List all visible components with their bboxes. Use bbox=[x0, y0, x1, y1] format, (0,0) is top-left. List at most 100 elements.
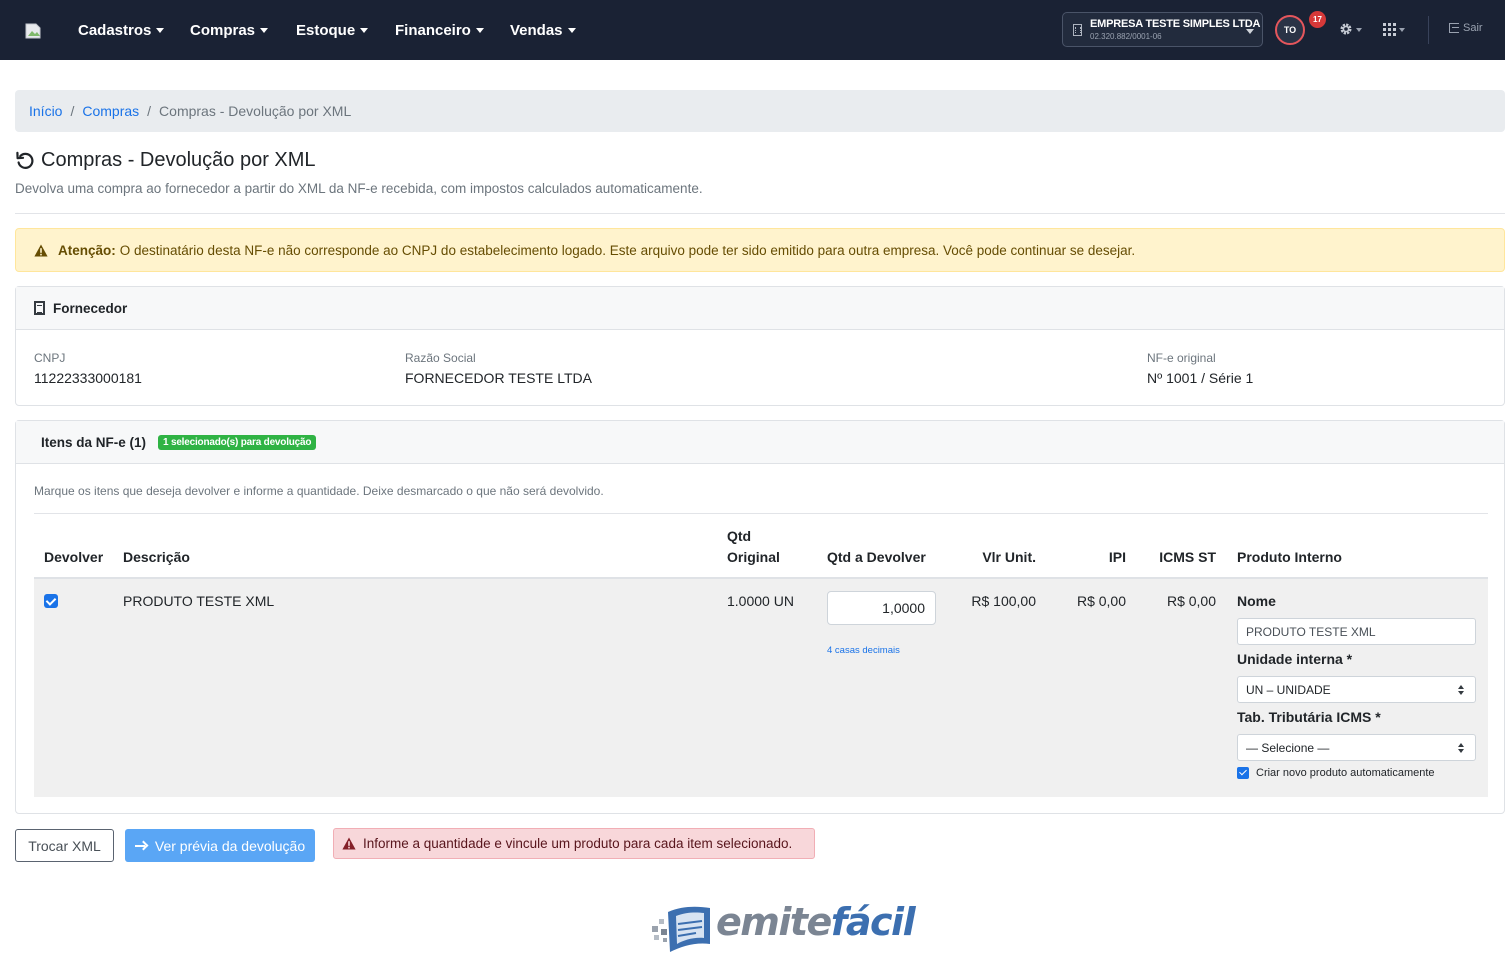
col-header-qtd-devolver: Qtd a Devolver bbox=[827, 549, 926, 565]
apps-grid-icon[interactable] bbox=[1383, 23, 1396, 36]
nav-menu-label: Estoque bbox=[296, 21, 356, 39]
breadcrumb-current: Compras - Devolução por XML bbox=[159, 103, 352, 119]
company-name: EMPRESA TESTE SIMPLES LTDA bbox=[1090, 18, 1261, 30]
produto-nome-label: Nome bbox=[1237, 593, 1276, 609]
logo-wordmark: emitefácil bbox=[716, 900, 916, 944]
produto-nome-input[interactable] bbox=[1237, 618, 1476, 645]
nfe-original-label: NF-e original bbox=[1147, 351, 1216, 365]
page-subtitle: Devolva uma compra ao fornecedor a parti… bbox=[15, 181, 703, 196]
nav-menu-financeiro[interactable]: Financeiro bbox=[395, 20, 484, 40]
logo-wordmark-part1: emite bbox=[716, 900, 832, 944]
item-qtd-original: 1.0000 UN bbox=[727, 593, 794, 609]
itens-hint: Marque os itens que deseja devolver e in… bbox=[34, 484, 604, 498]
divider bbox=[34, 513, 1488, 514]
logout-label: Sair bbox=[1463, 22, 1483, 34]
caret-down-icon bbox=[1399, 28, 1405, 32]
selected-count-badge: 1 selecionado(s) para devolução bbox=[158, 434, 317, 450]
select-arrows-icon bbox=[1458, 685, 1465, 696]
fornecedor-title: Fornecedor bbox=[53, 300, 128, 316]
col-header-qtd-original-line2: Original bbox=[727, 549, 780, 565]
fornecedor-card-header: Fornecedor bbox=[16, 287, 1504, 330]
breadcrumb: Início / Compras / Compras - Devolução p… bbox=[15, 90, 1505, 132]
nav-menu-cadastros[interactable]: Cadastros bbox=[78, 20, 165, 40]
page-title: Compras - Devolução por XML bbox=[15, 148, 316, 172]
logo-document-icon bbox=[652, 906, 710, 952]
unidade-interna-label: Unidade interna * bbox=[1237, 651, 1353, 667]
company-selector[interactable]: EMPRESA TESTE SIMPLES LTDA 02.320.882/00… bbox=[1062, 12, 1263, 47]
caret-down-icon bbox=[475, 27, 484, 33]
ver-previa-button[interactable]: Ver prévia da devolução bbox=[125, 829, 315, 862]
nav-menu-label: Financeiro bbox=[395, 21, 471, 39]
nav-menu-label: Vendas bbox=[510, 21, 563, 39]
auto-create-checkbox[interactable] bbox=[1237, 767, 1249, 779]
page-title-text: Compras - Devolução por XML bbox=[41, 148, 316, 171]
caret-down-icon bbox=[360, 27, 369, 33]
item-icms-st: R$ 0,00 bbox=[1166, 593, 1216, 609]
decimals-hint: 4 casas decimais bbox=[827, 645, 900, 656]
col-header-produto-interno: Produto Interno bbox=[1237, 549, 1342, 565]
building-icon bbox=[34, 301, 45, 315]
nav-menu-label: Cadastros bbox=[78, 21, 152, 39]
col-header-ipi: IPI bbox=[1108, 549, 1126, 565]
notification-badge[interactable]: 17 bbox=[1309, 11, 1326, 28]
col-header-devolver: Devolver bbox=[44, 549, 104, 565]
itens-card-header: Itens da NF-e (1) 1 selecionado(s) para … bbox=[16, 421, 1504, 464]
razao-social-label: Razão Social bbox=[405, 351, 476, 365]
breadcrumb-link-compras[interactable]: Compras bbox=[82, 103, 139, 119]
cnpj-label: CNPJ bbox=[34, 351, 66, 365]
caret-down-icon bbox=[1246, 29, 1254, 34]
user-avatar[interactable]: TO bbox=[1275, 15, 1305, 45]
tab-tributaria-label: Tab. Tributária ICMS * bbox=[1237, 709, 1381, 725]
validation-error-alert: Informe a quantidade e vincule um produt… bbox=[333, 828, 815, 859]
unidade-interna-select[interactable]: UN – UNIDADE bbox=[1237, 676, 1476, 703]
item-vlr-unit: R$ 100,00 bbox=[971, 593, 1036, 609]
validation-error-text: Informe a quantidade e vincule um produt… bbox=[363, 836, 793, 851]
fornecedor-card: Fornecedor CNPJ 11222333000181 Razão Soc… bbox=[15, 286, 1505, 406]
logo-wordmark-part2: fácil bbox=[830, 900, 916, 944]
broken-logo-image-icon[interactable] bbox=[24, 22, 42, 40]
caret-down-icon bbox=[1356, 28, 1362, 32]
item-descricao: PRODUTO TESTE XML bbox=[123, 593, 275, 609]
warning-title: Atenção: bbox=[58, 242, 116, 258]
itens-title: Itens da NF-e (1) bbox=[41, 434, 147, 450]
nav-menu-label: Compras bbox=[190, 21, 256, 39]
breadcrumb-separator: / bbox=[147, 103, 152, 119]
warning-text: O destinatário desta NF-e não correspond… bbox=[119, 242, 1136, 258]
tab-tributaria-value: — Selecione — bbox=[1246, 740, 1330, 755]
arrow-right-icon bbox=[134, 841, 147, 851]
nav-menu-vendas[interactable]: Vendas bbox=[510, 20, 576, 40]
caret-down-icon bbox=[260, 27, 269, 33]
nfe-original-value: Nº 1001 / Série 1 bbox=[1147, 370, 1254, 386]
col-header-qtd-original-line1: Qtd bbox=[727, 528, 752, 544]
logout-icon bbox=[1449, 23, 1459, 33]
devolver-checkbox[interactable] bbox=[44, 594, 58, 608]
cnpj-value: 11222333000181 bbox=[34, 370, 142, 386]
item-ipi: R$ 0,00 bbox=[1076, 593, 1126, 609]
tab-tributaria-select[interactable]: — Selecione — bbox=[1237, 734, 1476, 761]
trocar-xml-button[interactable]: Trocar XML bbox=[15, 829, 114, 862]
divider bbox=[15, 213, 1505, 214]
col-header-icms-st: ICMS ST bbox=[1159, 549, 1216, 565]
auto-create-label: Criar novo produto automaticamente bbox=[1256, 767, 1435, 779]
emitefacil-logo: emitefácil bbox=[650, 900, 916, 954]
top-navbar: Cadastros Compras Estoque Financeiro Ven… bbox=[0, 0, 1505, 60]
warning-alert: Atenção: O destinatário desta NF-e não c… bbox=[15, 228, 1505, 272]
qtd-devolver-input[interactable] bbox=[827, 591, 936, 625]
ver-previa-label: Ver prévia da devolução bbox=[154, 837, 306, 854]
breadcrumb-link-inicio[interactable]: Início bbox=[29, 103, 62, 119]
auto-create-option: Criar novo produto automaticamente bbox=[1237, 767, 1435, 779]
caret-down-icon bbox=[156, 27, 165, 33]
building-icon bbox=[1073, 24, 1082, 36]
unidade-interna-value: UN – UNIDADE bbox=[1246, 682, 1331, 697]
gear-icon[interactable] bbox=[1339, 22, 1353, 36]
undo-icon bbox=[16, 151, 34, 169]
nav-menu-compras[interactable]: Compras bbox=[190, 20, 269, 40]
nav-menu-estoque[interactable]: Estoque bbox=[296, 20, 369, 40]
col-header-descricao: Descrição bbox=[123, 549, 190, 565]
warning-triangle-icon bbox=[342, 837, 356, 850]
col-header-vlr-unit: Vlr Unit. bbox=[982, 549, 1036, 565]
logout-button[interactable]: Sair bbox=[1449, 22, 1483, 34]
warning-triangle-icon bbox=[34, 244, 48, 256]
caret-down-icon bbox=[567, 27, 576, 33]
razao-social-value: FORNECEDOR TESTE LTDA bbox=[405, 370, 592, 386]
